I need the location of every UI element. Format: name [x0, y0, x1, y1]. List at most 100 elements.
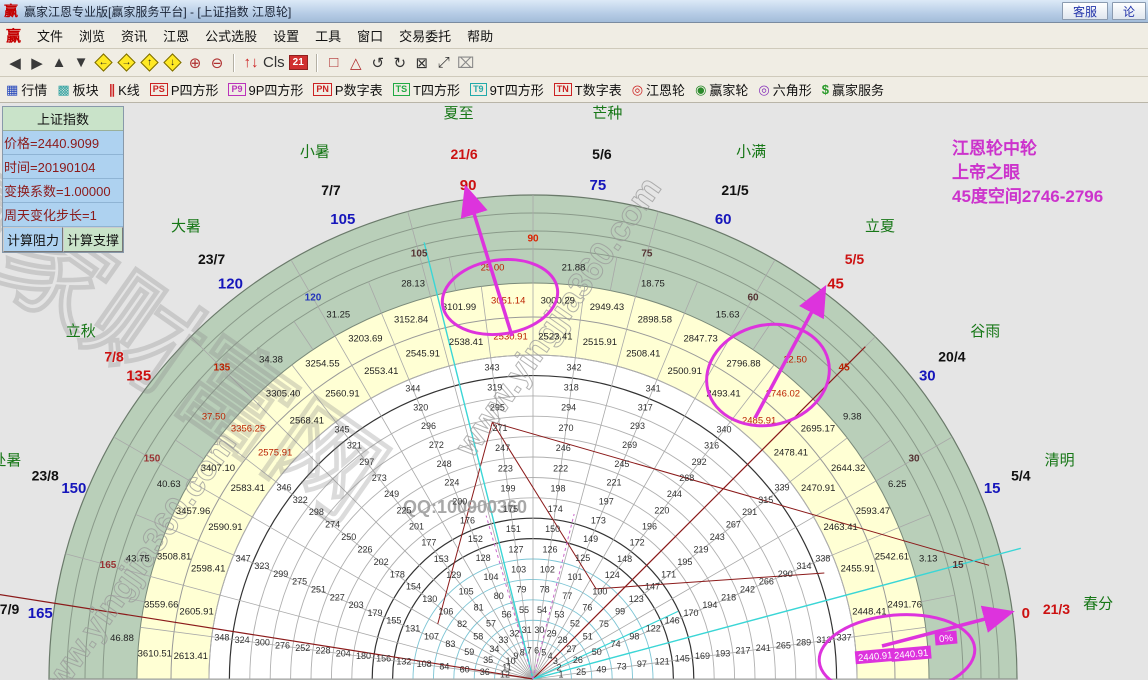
module-9t-square[interactable]: T99T四方形 — [470, 80, 544, 99]
menu-logo-icon: 赢 — [6, 25, 21, 46]
pan-left-icon[interactable]: ← — [94, 53, 112, 71]
cls-button[interactable]: Cls — [263, 52, 285, 74]
degree-label: 45 — [827, 276, 844, 293]
module-sectors[interactable]: ▩板块 — [57, 80, 98, 99]
ring-label: 194 — [702, 600, 717, 610]
calc-resistance-button[interactable]: 计算阻力 — [3, 227, 63, 252]
menu-item-0[interactable]: 文件 — [29, 23, 71, 48]
rotate-ccw-icon[interactable]: ↺ — [368, 52, 388, 74]
date-label: 5/6 — [592, 146, 612, 162]
ring-label: 25 — [576, 667, 586, 677]
ring-label: 344 — [405, 383, 420, 393]
ring-label: 57 — [486, 619, 496, 629]
pan-up-icon[interactable]: ↑ — [140, 53, 158, 71]
ring-label: 228 — [315, 646, 330, 656]
ring-label: 222 — [553, 463, 568, 473]
forum-button-partial[interactable]: 论 — [1112, 2, 1146, 20]
nav-right-icon[interactable]: ▶ — [27, 52, 47, 74]
zoom-out-icon[interactable]: ⊖ — [207, 52, 227, 74]
ring-label: 317 — [638, 402, 653, 412]
module-p-table[interactable]: PNP数字表 — [313, 80, 382, 99]
rect-tool-icon[interactable]: □ — [324, 52, 344, 74]
zoom-in-icon[interactable]: ⊕ — [185, 52, 205, 74]
ring-label: 2796.88 — [726, 358, 760, 369]
ring-label: 32 — [509, 628, 519, 638]
calendar-icon[interactable]: 21 — [289, 55, 308, 70]
ring-label: 294 — [561, 403, 576, 413]
ring-label: 2523.41 — [538, 331, 572, 342]
updown-sort-icon[interactable]: ↑↓ — [241, 52, 261, 74]
module-winner-service[interactable]: $赢家服务 — [822, 80, 884, 99]
module-quotes[interactable]: ▦行情 — [6, 80, 47, 99]
module-kline[interactable]: ∥K线 — [109, 80, 140, 99]
ring-label: 273 — [372, 473, 387, 483]
menu-item-3[interactable]: 江恩 — [155, 23, 197, 48]
ring-label: 242 — [740, 585, 755, 595]
date-label: 5/5 — [845, 251, 865, 267]
fit-box-icon[interactable]: ⊠ — [412, 52, 432, 74]
t9-badge-icon: T9 — [470, 83, 487, 96]
note-line: 上帝之眼 — [952, 161, 1103, 185]
ring-label: 124 — [605, 570, 620, 580]
pn-badge-icon: PN — [313, 83, 332, 96]
menu-item-7[interactable]: 窗口 — [349, 23, 391, 48]
date-label: 7/9 — [0, 601, 19, 617]
menu-item-5[interactable]: 设置 — [265, 23, 307, 48]
triangle-tool-icon[interactable]: △ — [346, 52, 366, 74]
ring-label: 195 — [677, 557, 692, 567]
ring-label: 338 — [815, 553, 830, 563]
ring-label: 340 — [717, 424, 732, 434]
ring-label: 270 — [558, 423, 573, 433]
ring-label: 153 — [434, 554, 449, 564]
ring-label: 171 — [661, 569, 676, 579]
info-row-3: 周天变化步长=1 — [3, 203, 123, 227]
module-winner-wheel[interactable]: ◉赢家轮 — [695, 80, 748, 99]
winner-wheel-icon: ◉ — [695, 82, 706, 98]
ring-label: 275 — [292, 577, 307, 587]
menu-item-6[interactable]: 工具 — [307, 23, 349, 48]
band-degree-label: 75 — [641, 249, 653, 260]
menu-item-4[interactable]: 公式选股 — [197, 23, 265, 48]
ring-label: 251 — [311, 585, 326, 595]
ring-label: 77 — [562, 591, 572, 601]
customer-service-button[interactable]: 客服 — [1062, 2, 1108, 20]
rotate-cw-icon[interactable]: ↻ — [390, 52, 410, 74]
calc-support-button[interactable]: 计算支撑 — [63, 227, 123, 252]
nav-up-icon[interactable]: ▲ — [49, 52, 69, 74]
module-hexagon[interactable]: ◎六角形 — [758, 80, 811, 99]
ring-label: 174 — [548, 504, 563, 514]
module-winner-wheel-label: 赢家轮 — [709, 80, 748, 99]
nav-down-icon[interactable]: ▼ — [71, 52, 91, 74]
module-gann-wheel[interactable]: ◎江恩轮 — [632, 80, 685, 99]
ring-label: 100 — [592, 586, 607, 596]
module-9p-square[interactable]: P99P四方形 — [228, 80, 303, 99]
resize-icon[interactable]: ⤢ — [434, 52, 454, 74]
ring-label: 204 — [336, 648, 351, 658]
pan-down-icon[interactable]: ↓ — [163, 53, 181, 71]
date-label: 21/6 — [450, 146, 477, 162]
ring-label: 78 — [540, 585, 550, 595]
nav-left-icon[interactable]: ◀ — [5, 52, 25, 74]
ring-label: 2898.58 — [638, 315, 672, 326]
ring-label: 297 — [359, 457, 374, 467]
ring-label: 125 — [575, 553, 590, 563]
module-t-square[interactable]: TST四方形 — [393, 80, 460, 99]
ring-label: 323 — [254, 561, 269, 571]
date-label: 5/4 — [1011, 468, 1031, 484]
menu-item-1[interactable]: 浏览 — [71, 23, 113, 48]
degree-label: 165 — [28, 605, 53, 622]
ring-label: 151 — [506, 524, 521, 534]
pan-right-icon[interactable]: → — [117, 53, 135, 71]
clear-screen-icon[interactable]: ⌧ — [456, 52, 476, 74]
menu-item-2[interactable]: 资讯 — [113, 23, 155, 48]
ring-label: 2695.17 — [801, 424, 835, 435]
ring-label: 219 — [694, 544, 709, 554]
module-t-table[interactable]: TNT数字表 — [554, 80, 622, 99]
menu-item-8[interactable]: 交易委托 — [391, 23, 459, 48]
menu-item-9[interactable]: 帮助 — [459, 23, 501, 48]
ring-label: 154 — [406, 582, 421, 592]
ring-label: 218 — [721, 592, 736, 602]
module-p-square[interactable]: PSP四方形 — [150, 80, 219, 99]
gann-wheel-chart-area[interactable]: 赢家财富网www.yingjia360.comwww.yingjia360.co… — [0, 103, 1148, 680]
ring-label: 31 — [522, 625, 532, 635]
